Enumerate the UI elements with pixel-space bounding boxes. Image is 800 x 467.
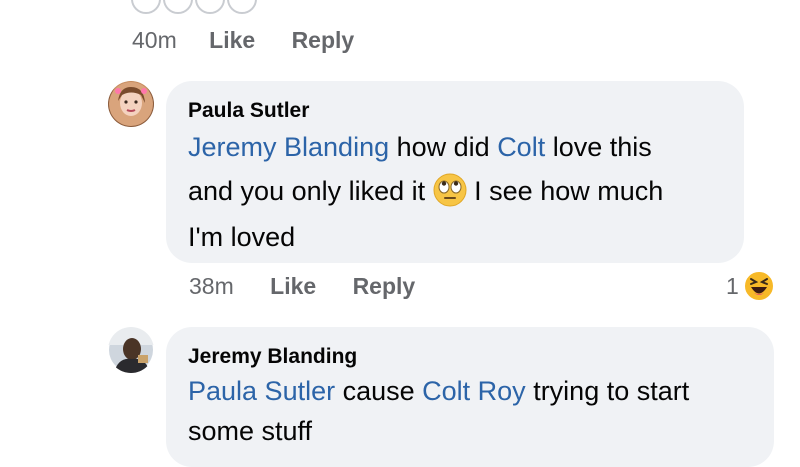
comment-bubble: Jeremy Blanding Paula Sutler cause Colt … bbox=[166, 327, 774, 467]
avatar-image bbox=[109, 82, 153, 126]
comment-bubble: Paula Sutler Jeremy Blanding how did Col… bbox=[166, 81, 744, 263]
comment-text-fragment: love this bbox=[545, 132, 652, 162]
comment-line-1: Paula Sutler cause Colt Roy trying to st… bbox=[188, 371, 778, 411]
comment-timestamp: 40m bbox=[132, 27, 177, 53]
comment-text-fragment: how did bbox=[389, 132, 498, 162]
reply-button[interactable]: Reply bbox=[292, 27, 355, 53]
reaction-avatar bbox=[163, 0, 193, 14]
mention-link[interactable]: Colt bbox=[497, 132, 545, 162]
rolling-eyes-emoji-icon bbox=[433, 173, 467, 207]
comment-author[interactable]: Jeremy Blanding bbox=[188, 345, 357, 369]
reaction-avatar bbox=[195, 0, 225, 14]
comment-author[interactable]: Paula Sutler bbox=[188, 99, 309, 123]
comment-timestamp: 38m bbox=[189, 273, 234, 299]
mention-link[interactable]: Colt Roy bbox=[422, 376, 526, 406]
comment-text-fragment: and you only liked it bbox=[188, 176, 433, 206]
avatar[interactable] bbox=[108, 327, 154, 373]
comment-actions: 38m Like Reply bbox=[189, 273, 415, 300]
avatar-image bbox=[108, 327, 154, 373]
comment-line-2: and you only liked it I see how much bbox=[188, 169, 748, 215]
comment-text: Jeremy Blanding how did Colt love this a… bbox=[188, 125, 748, 259]
reaction-summary[interactable]: 1 bbox=[726, 270, 775, 302]
like-button[interactable]: Like bbox=[209, 27, 255, 53]
comment-line-3: I'm loved bbox=[188, 222, 296, 252]
top-comment-actions: 40m Like Reply bbox=[132, 27, 354, 54]
avatar[interactable] bbox=[108, 81, 154, 127]
mention-link[interactable]: Paula Sutler bbox=[188, 376, 335, 406]
reaction-avatar bbox=[131, 0, 161, 14]
comment-line-1: Jeremy Blanding how did Colt love this bbox=[188, 125, 748, 169]
comment-text-fragment: cause bbox=[335, 376, 423, 406]
mention-link[interactable]: Jeremy Blanding bbox=[188, 132, 389, 162]
reply-button[interactable]: Reply bbox=[353, 273, 416, 299]
comment-line-2: some stuff bbox=[188, 416, 313, 446]
haha-reaction-icon bbox=[742, 270, 775, 302]
reaction-avatar bbox=[227, 0, 257, 14]
comment-text: Paula Sutler cause Colt Roy trying to st… bbox=[188, 371, 778, 451]
comment-text-fragment: trying to start bbox=[525, 376, 690, 406]
like-button[interactable]: Like bbox=[270, 273, 316, 299]
comment-text-fragment: I see how much bbox=[466, 176, 664, 206]
reaction-count: 1 bbox=[726, 272, 739, 299]
